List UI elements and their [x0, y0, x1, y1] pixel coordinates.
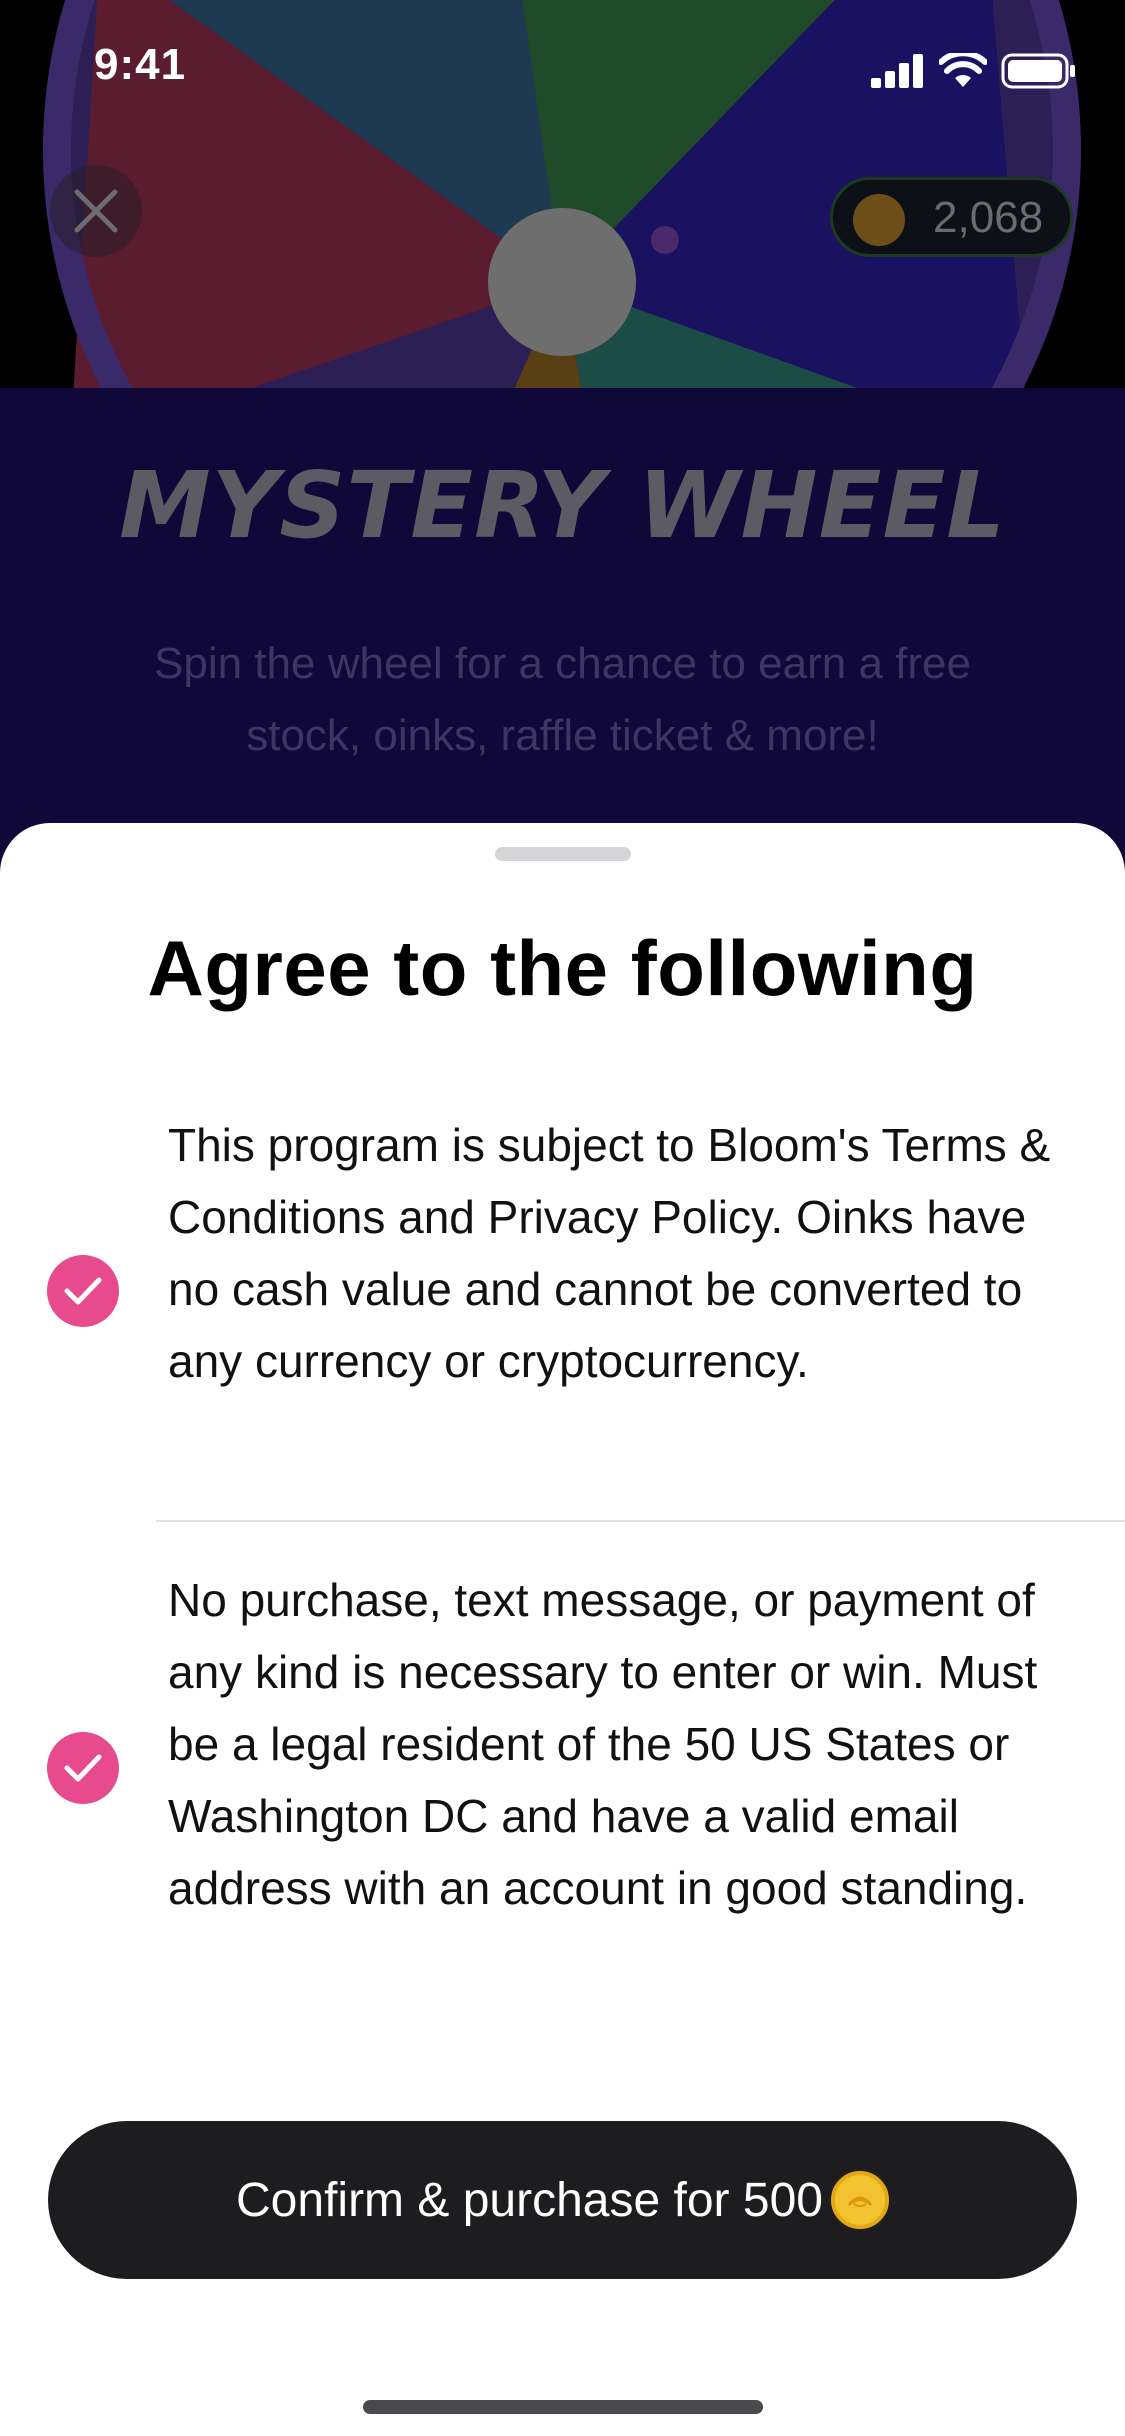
confirm-purchase-button[interactable]: Confirm & purchase for 500: [48, 2121, 1077, 2279]
confirm-purchase-label: Confirm & purchase for 500: [236, 2173, 823, 2227]
wifi-icon: [939, 53, 987, 87]
sheet-grabber[interactable]: [495, 847, 631, 861]
status-icons: [871, 48, 1077, 94]
checkbox-checked[interactable]: [47, 1255, 119, 1327]
agreement-item-eligibility[interactable]: No purchase, text message, or payment of…: [0, 1564, 1125, 1950]
coin-balance: 2,068: [933, 193, 1044, 242]
agreement-item-terms[interactable]: This program is subject to Bloom's Terms…: [0, 1109, 1125, 1387]
page-subtitle: Spin the wheel for a chance to earn a fr…: [154, 639, 971, 760]
divider: [156, 1520, 1125, 1522]
battery-icon: [1001, 53, 1075, 89]
oink-coin-icon: [830, 2171, 889, 2229]
app-screen: 2,068 MYSTERY WHEEL Spin the wheel for a…: [0, 0, 1125, 2436]
cellular-signal-icon: [871, 54, 923, 88]
checkbox-checked[interactable]: [47, 1732, 119, 1804]
status-bar: 9:41: [0, 0, 1125, 132]
checkmark-icon: [64, 1754, 102, 1782]
agreement-text: This program is subject to Bloom's Terms…: [168, 1119, 1051, 1387]
close-icon: [74, 189, 118, 233]
agreement-sheet: Agree to the following This program is s…: [0, 823, 1125, 2436]
agreement-text: No purchase, text message, or payment of…: [168, 1574, 1038, 1914]
sheet-title: Agree to the following: [147, 924, 978, 1012]
close-button[interactable]: [50, 165, 142, 257]
oink-coin-icon: [853, 194, 905, 246]
status-time: 9:41: [94, 40, 187, 89]
checkmark-icon: [64, 1277, 102, 1305]
page-title: MYSTERY WHEEL: [119, 452, 1006, 559]
coin-balance-pill: 2,068: [830, 177, 1073, 257]
home-indicator[interactable]: [363, 2400, 763, 2414]
